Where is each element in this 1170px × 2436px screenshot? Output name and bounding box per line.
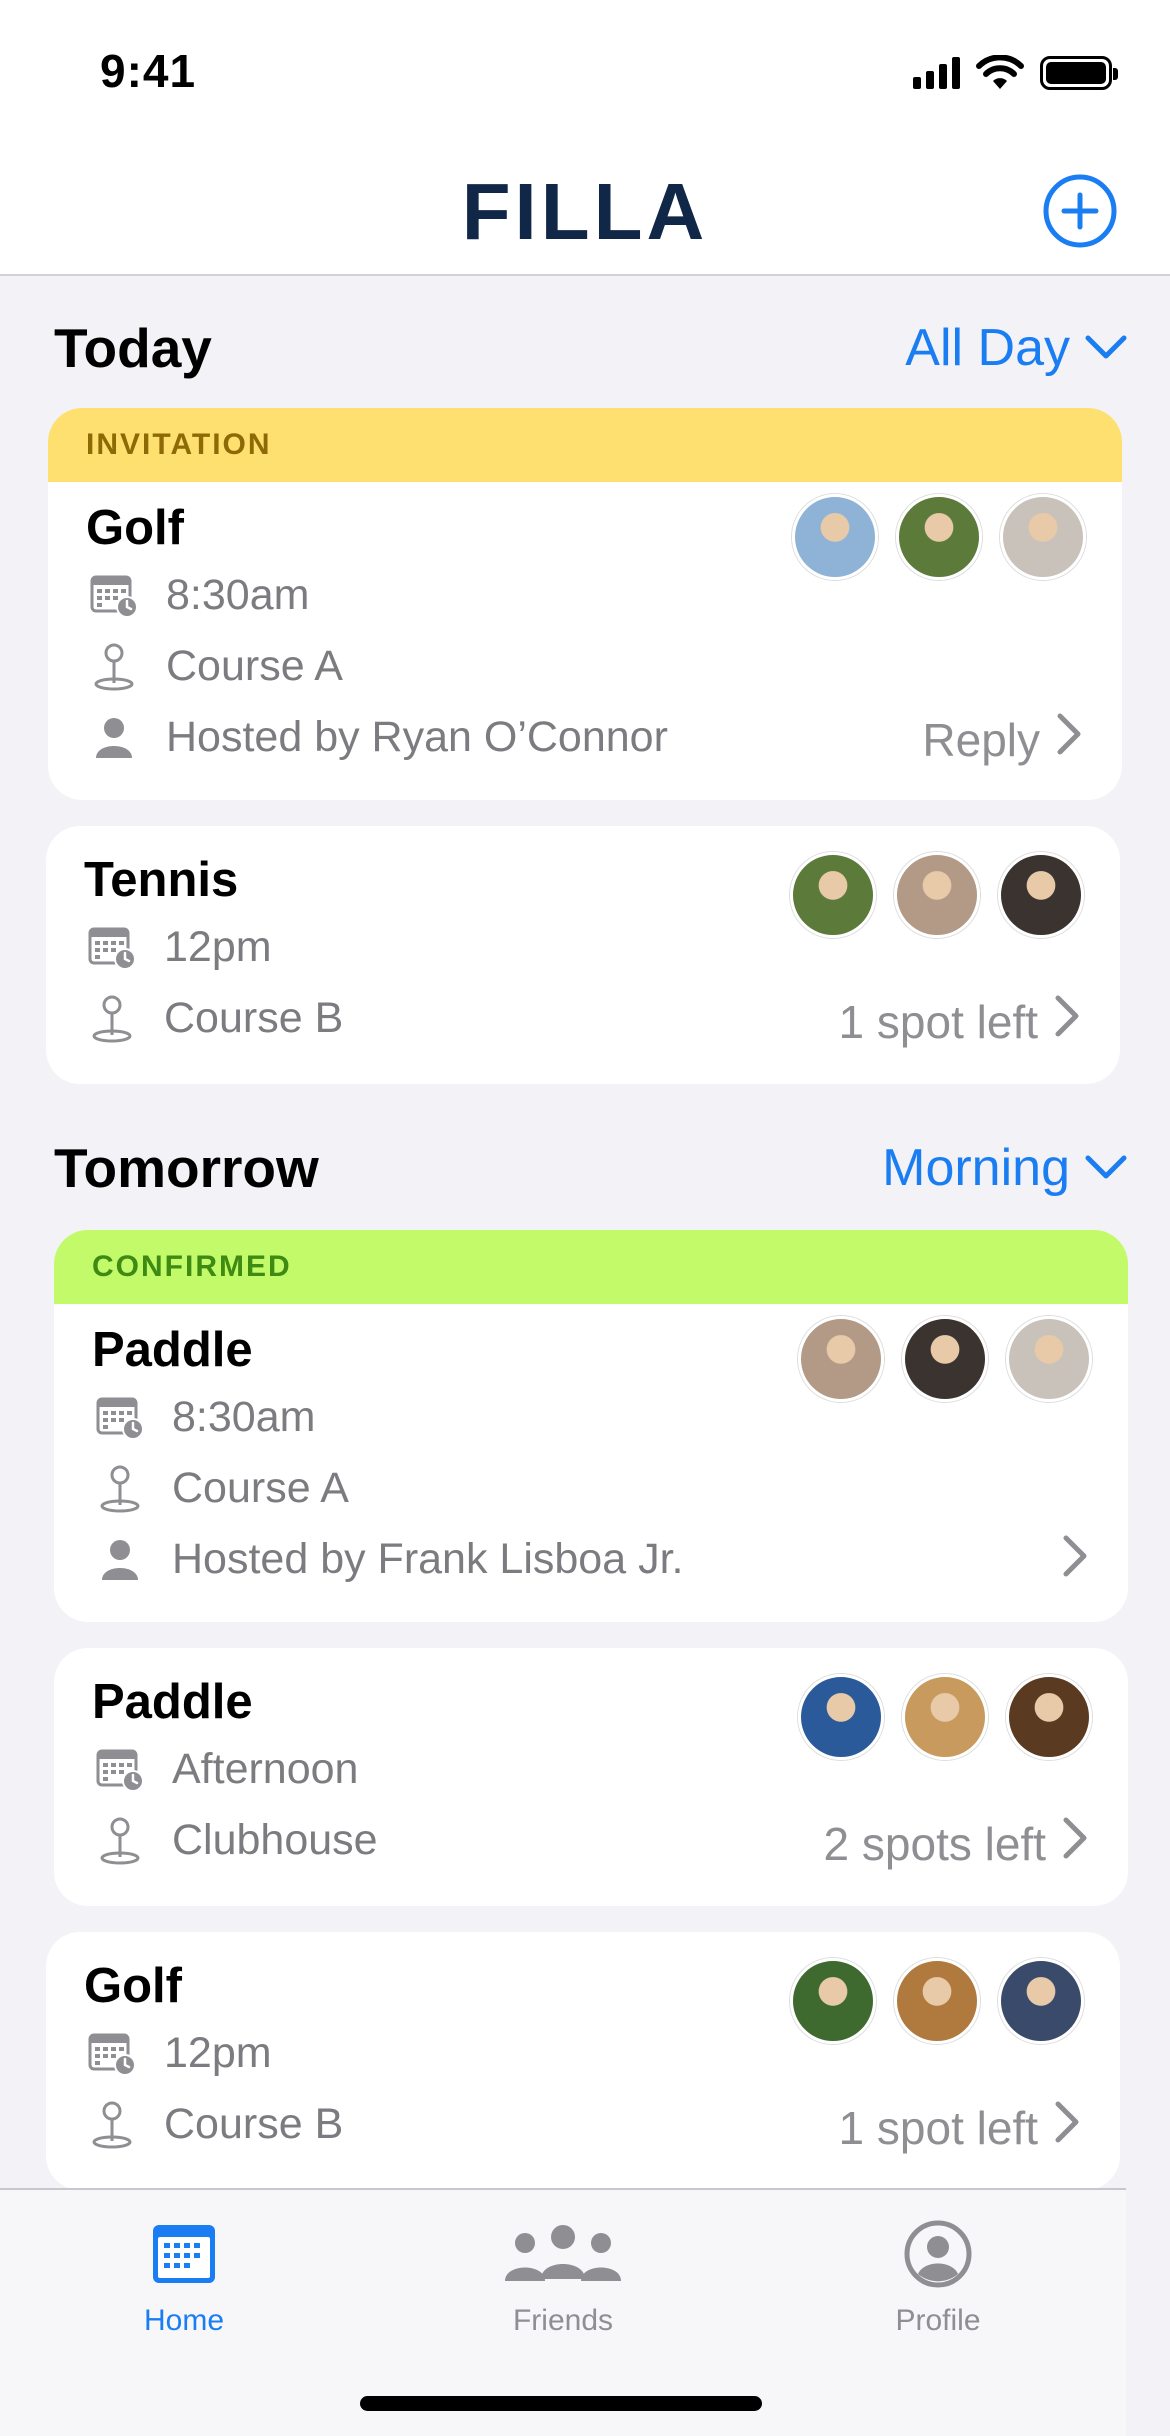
calendar-clock-icon — [92, 1744, 148, 1796]
avatar — [790, 1958, 876, 2044]
section-title: Tomorrow — [54, 1137, 319, 1199]
chevron-right-icon — [1054, 994, 1080, 1049]
location-pin-icon — [84, 2099, 140, 2151]
calendar-clock-icon — [84, 2028, 140, 2080]
event-time: Afternoon — [172, 1745, 359, 1793]
avatar — [896, 494, 982, 580]
calendar-clock-icon — [86, 570, 142, 622]
event-card-paddle-confirmed[interactable]: CONFIRMED Paddle 8:30am Course A Hosted … — [54, 1230, 1128, 1622]
event-card-golf[interactable]: Golf 12pm Course B 1 spot left — [46, 1932, 1120, 2188]
people-icon — [463, 2214, 663, 2294]
event-host: Hosted by Frank Lisboa Jr. — [172, 1535, 684, 1583]
location-pin-icon — [86, 641, 142, 693]
event-location: Course B — [164, 2100, 344, 2148]
event-location-row: Course A — [92, 1453, 1090, 1524]
status-bar: 9:41 — [0, 0, 1170, 140]
event-host-row: Hosted by Frank Lisboa Jr. — [92, 1524, 1090, 1595]
tab-label: Home — [143, 2304, 225, 2337]
location-pin-icon — [92, 1463, 148, 1515]
person-circle-icon — [838, 2214, 1038, 2294]
action-label: 2 spots left — [823, 1817, 1046, 1870]
event-location-row: Course A — [86, 631, 1084, 702]
spots-left-button[interactable]: 2 spots left — [824, 1816, 1088, 1871]
status-time: 9:41 — [100, 45, 197, 97]
home-indicator[interactable] — [360, 2396, 762, 2411]
tab-label: Friends — [512, 2304, 614, 2337]
chevron-down-icon — [1085, 1155, 1127, 1179]
action-label: 1 spot left — [838, 2101, 1038, 2154]
spots-left-button[interactable]: 1 spot left — [839, 994, 1080, 1049]
section-header-today: Today All Day — [54, 316, 1128, 380]
avatar — [902, 1316, 988, 1402]
event-card-paddle-afternoon[interactable]: Paddle Afternoon Clubhouse 2 spots left — [54, 1648, 1128, 1906]
event-time: 12pm — [164, 2029, 272, 2077]
chevron-right-icon — [1054, 2100, 1080, 2155]
time-filter-dropdown[interactable]: Morning — [882, 1138, 1128, 1198]
avatar — [1000, 494, 1086, 580]
person-icon — [86, 712, 142, 764]
chevron-right-icon — [1062, 1816, 1088, 1871]
chevron-down-icon — [1085, 335, 1127, 359]
avatar — [998, 852, 1084, 938]
event-time: 12pm — [164, 923, 272, 971]
battery-icon — [1040, 56, 1118, 90]
avatar — [894, 1958, 980, 2044]
event-detail-button[interactable] — [1062, 1534, 1088, 1589]
event-location: Course B — [164, 994, 344, 1042]
calendar-clock-icon — [92, 1392, 148, 1444]
participant-avatars — [790, 852, 1084, 938]
person-icon — [92, 1534, 148, 1586]
event-time: 8:30am — [172, 1393, 316, 1441]
location-pin-icon — [92, 1815, 148, 1867]
tab-friends[interactable]: Friends — [463, 2214, 663, 2338]
avatar — [798, 1316, 884, 1402]
action-label: 1 spot left — [838, 995, 1038, 1048]
avatar — [1006, 1674, 1092, 1760]
section-title: Today — [54, 317, 212, 379]
reply-button[interactable]: Reply — [922, 712, 1082, 767]
cellular-signal-icon — [913, 57, 960, 89]
participant-avatars — [798, 1316, 1092, 1402]
avatar — [790, 852, 876, 938]
add-event-button[interactable] — [1042, 173, 1118, 249]
calendar-clock-icon — [84, 922, 140, 974]
tab-profile[interactable]: Profile — [838, 2214, 1038, 2338]
participant-avatars — [792, 494, 1086, 580]
participant-avatars — [798, 1674, 1092, 1760]
location-pin-icon — [84, 993, 140, 1045]
tab-label: Profile — [895, 2304, 981, 2337]
event-card-golf-invitation[interactable]: INVITATION Golf 8:30am Course A Hosted b… — [48, 408, 1122, 800]
event-host: Hosted by Ryan O’Connor — [166, 713, 668, 761]
event-feed[interactable]: Today All Day INVITATION Golf 8:30am Cou… — [0, 278, 1170, 2188]
time-filter-dropdown[interactable]: All Day — [905, 318, 1128, 378]
wifi-icon — [976, 55, 1024, 89]
time-filter-label: All Day — [905, 319, 1070, 377]
event-location: Course A — [172, 1464, 349, 1512]
avatar — [1006, 1316, 1092, 1402]
tab-home[interactable]: Home — [84, 2214, 284, 2338]
chevron-right-icon — [1062, 1534, 1088, 1589]
event-location: Clubhouse — [172, 1816, 378, 1864]
confirmed-badge: CONFIRMED — [54, 1230, 1128, 1304]
avatar — [902, 1674, 988, 1760]
time-filter-label: Morning — [882, 1139, 1070, 1197]
event-card-tennis[interactable]: Tennis 12pm Course B 1 spot left — [46, 826, 1120, 1084]
chevron-right-icon — [1056, 712, 1082, 767]
calendar-icon — [84, 2214, 284, 2294]
participant-avatars — [790, 1958, 1084, 2044]
avatar — [998, 1958, 1084, 2044]
app-header: FILLA — [0, 140, 1170, 276]
event-location: Course A — [166, 642, 343, 690]
event-time: 8:30am — [166, 571, 310, 619]
status-icons — [913, 55, 1118, 91]
app-logo: FILLA — [461, 167, 709, 256]
avatar — [798, 1674, 884, 1760]
spots-left-button[interactable]: 1 spot left — [839, 2100, 1080, 2155]
invitation-badge: INVITATION — [48, 408, 1122, 482]
avatar — [792, 494, 878, 580]
action-label: Reply — [922, 713, 1040, 766]
avatar — [894, 852, 980, 938]
section-header-tomorrow: Tomorrow Morning — [54, 1136, 1128, 1200]
